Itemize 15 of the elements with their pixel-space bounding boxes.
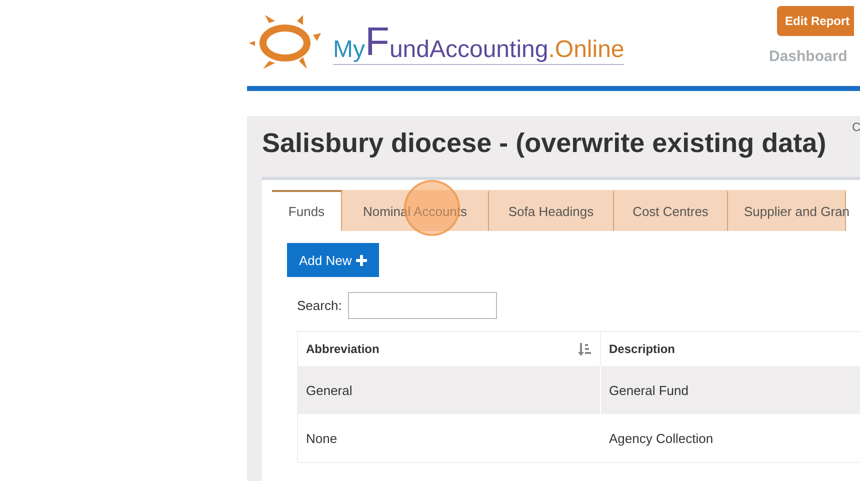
plus-icon — [356, 254, 367, 266]
edit-report-button[interactable]: Edit Report — [777, 6, 854, 36]
add-new-button[interactable]: Add New — [287, 243, 379, 277]
tab[interactable]: Sofa Headings — [489, 190, 614, 231]
sort-icon — [578, 342, 592, 356]
tab[interactable]: Cost Centres — [614, 190, 728, 231]
search-field[interactable] — [348, 292, 497, 319]
logo-text: MyFundAccounting.Online — [333, 22, 624, 64]
page-title: Salisbury diocese - (overwrite existing data) — [262, 128, 826, 159]
sun-logo-icon — [249, 15, 321, 71]
search-label: Search: — [297, 298, 342, 313]
tab[interactable]: Funds — [272, 190, 342, 231]
table-cell: General — [298, 366, 601, 414]
corner-text: C — [852, 120, 860, 134]
table-cell: General Fund — [601, 366, 860, 414]
